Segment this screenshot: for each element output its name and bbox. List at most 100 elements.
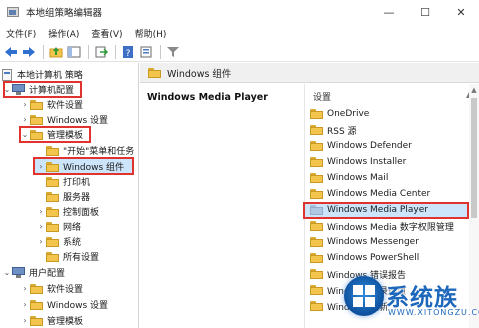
watermark-url: WWW.XITONGZU.COM (388, 308, 479, 317)
up-folder-icon[interactable] (48, 44, 64, 60)
menu-help[interactable]: 帮助(H) (135, 27, 167, 40)
collapsed-chevron-icon[interactable]: › (20, 313, 30, 328)
folder-icon (46, 206, 59, 217)
folder-icon (46, 251, 59, 262)
folder-icon (46, 191, 59, 202)
windows-flag-icon (353, 285, 375, 307)
tree-item-software-settings[interactable]: › 软件设置 (20, 97, 83, 112)
collapsed-chevron-icon[interactable]: › (20, 112, 30, 127)
watermark-text: 系统族 (386, 285, 458, 311)
folder-icon (30, 99, 43, 110)
folder-icon (46, 236, 59, 247)
tree-item-start-menu[interactable]: "开始"菜单和任务 (36, 143, 134, 158)
help-icon[interactable]: ? (120, 44, 136, 60)
properties-icon[interactable] (138, 44, 154, 60)
toolbar-divider (43, 44, 44, 59)
highlight-windows-components (33, 157, 134, 175)
list-item[interactable]: Windows Defender (310, 138, 412, 154)
tree-item-server[interactable]: 服务器 (36, 189, 90, 204)
folder-icon (310, 173, 323, 183)
collapsed-chevron-icon[interactable]: › (36, 219, 46, 234)
menu-view[interactable]: 查看(V) (91, 27, 122, 40)
folder-icon (30, 299, 43, 310)
details-header: Windows 组件 (140, 63, 479, 83)
folder-icon (310, 301, 323, 311)
list-item[interactable]: OneDrive (310, 106, 369, 122)
expanded-chevron-icon[interactable]: ⌄ (2, 265, 12, 280)
svg-text:?: ? (126, 49, 131, 58)
tree-item-windows-settings[interactable]: › Windows 设置 (20, 112, 108, 127)
toolbar-divider (88, 44, 89, 59)
folder-icon (46, 221, 59, 232)
list-item[interactable]: Windows PowerShell (310, 250, 419, 266)
tree-item-local-policy[interactable]: 本地计算机 策略 (2, 67, 83, 82)
folder-icon (310, 237, 323, 247)
list-item-windows-media-player[interactable]: Windows Media Player (310, 202, 428, 218)
title-bar: 本地组策略编辑器 — ☐ ✕ (0, 0, 479, 24)
toolbar: ? (0, 42, 479, 62)
menu-file[interactable]: 文件(F) (6, 27, 36, 40)
folder-icon (310, 109, 323, 119)
list-item[interactable]: Windows Installer (310, 154, 406, 170)
tree-item-user-software-settings[interactable]: › 软件设置 (20, 281, 83, 296)
list-item[interactable]: Windows Media Center (310, 186, 430, 202)
folder-icon (310, 253, 323, 263)
folder-icon (30, 283, 43, 294)
list-item[interactable]: Windows Messenger (310, 234, 419, 250)
show-hide-tree-icon[interactable] (66, 44, 82, 60)
maximize-button[interactable]: ☐ (407, 0, 443, 24)
scrollbar-thumb[interactable] (471, 98, 477, 218)
tree-item-user-windows-settings[interactable]: › Windows 设置 (20, 297, 108, 312)
folder-icon (310, 157, 323, 167)
list-item[interactable]: Windows Mail (310, 170, 388, 186)
tree-item-all-settings[interactable]: 所有设置 (36, 249, 99, 264)
back-arrow-icon[interactable] (3, 44, 19, 60)
highlight-admin-templates (19, 126, 91, 143)
window-title: 本地组策略编辑器 (26, 8, 103, 19)
folder-icon (148, 67, 161, 78)
toolbar-divider (115, 44, 116, 59)
description-title: Windows Media Player (147, 92, 268, 103)
navigation-tree: 本地计算机 策略 ⌄ 计算机配置 › 软件设置 › Windows 设置 ⌄ 管… (0, 63, 139, 328)
folder-icon (30, 114, 43, 125)
details-header-title: Windows 组件 (167, 68, 232, 80)
list-item[interactable]: Windows Media 数字权限管理 (310, 218, 454, 234)
folder-icon (310, 205, 323, 215)
document-icon (2, 68, 13, 81)
forward-arrow-icon[interactable] (21, 44, 37, 60)
folder-icon (310, 189, 323, 199)
tree-item-printers[interactable]: 打印机 (36, 174, 90, 189)
collapsed-chevron-icon[interactable]: › (36, 204, 46, 219)
scroll-up-icon[interactable]: ▲ (469, 86, 479, 94)
tree-item-user-config[interactable]: ⌄ 用户配置 (2, 265, 65, 280)
user-config-icon (12, 267, 25, 278)
group-policy-app-icon (6, 5, 20, 19)
filter-icon[interactable] (165, 44, 181, 60)
tree-item-system[interactable]: › 系统 (36, 234, 81, 249)
toolbar-divider (160, 44, 161, 59)
menu-bar: 文件(F) 操作(A) 查看(V) 帮助(H) (0, 24, 479, 42)
collapsed-chevron-icon[interactable]: › (20, 281, 30, 296)
folder-icon (310, 141, 323, 151)
site-watermark: 系统族 WWW.XITONGZU.COM (338, 268, 479, 326)
folder-icon (46, 145, 59, 156)
highlight-computer-config (3, 81, 82, 98)
collapsed-chevron-icon[interactable]: › (20, 297, 30, 312)
tree-item-network[interactable]: › 网络 (36, 219, 81, 234)
close-button[interactable]: ✕ (443, 0, 479, 24)
settings-column-header[interactable]: 设置 (313, 90, 331, 103)
menu-action[interactable]: 操作(A) (48, 27, 79, 40)
collapsed-chevron-icon[interactable]: › (20, 97, 30, 112)
folder-icon (310, 285, 323, 295)
tree-item-control-panel[interactable]: › 控制面板 (36, 204, 99, 219)
collapsed-chevron-icon[interactable]: › (36, 234, 46, 249)
folder-icon (310, 125, 323, 135)
export-list-icon[interactable] (93, 44, 109, 60)
folder-icon (310, 269, 323, 279)
folder-icon (30, 315, 43, 326)
tree-item-user-admin-templates[interactable]: › 管理模板 (20, 313, 83, 328)
folder-icon (310, 221, 323, 231)
folder-icon (46, 176, 59, 187)
list-item[interactable]: RSS 源 (310, 122, 357, 138)
minimize-button[interactable]: — (371, 0, 407, 24)
